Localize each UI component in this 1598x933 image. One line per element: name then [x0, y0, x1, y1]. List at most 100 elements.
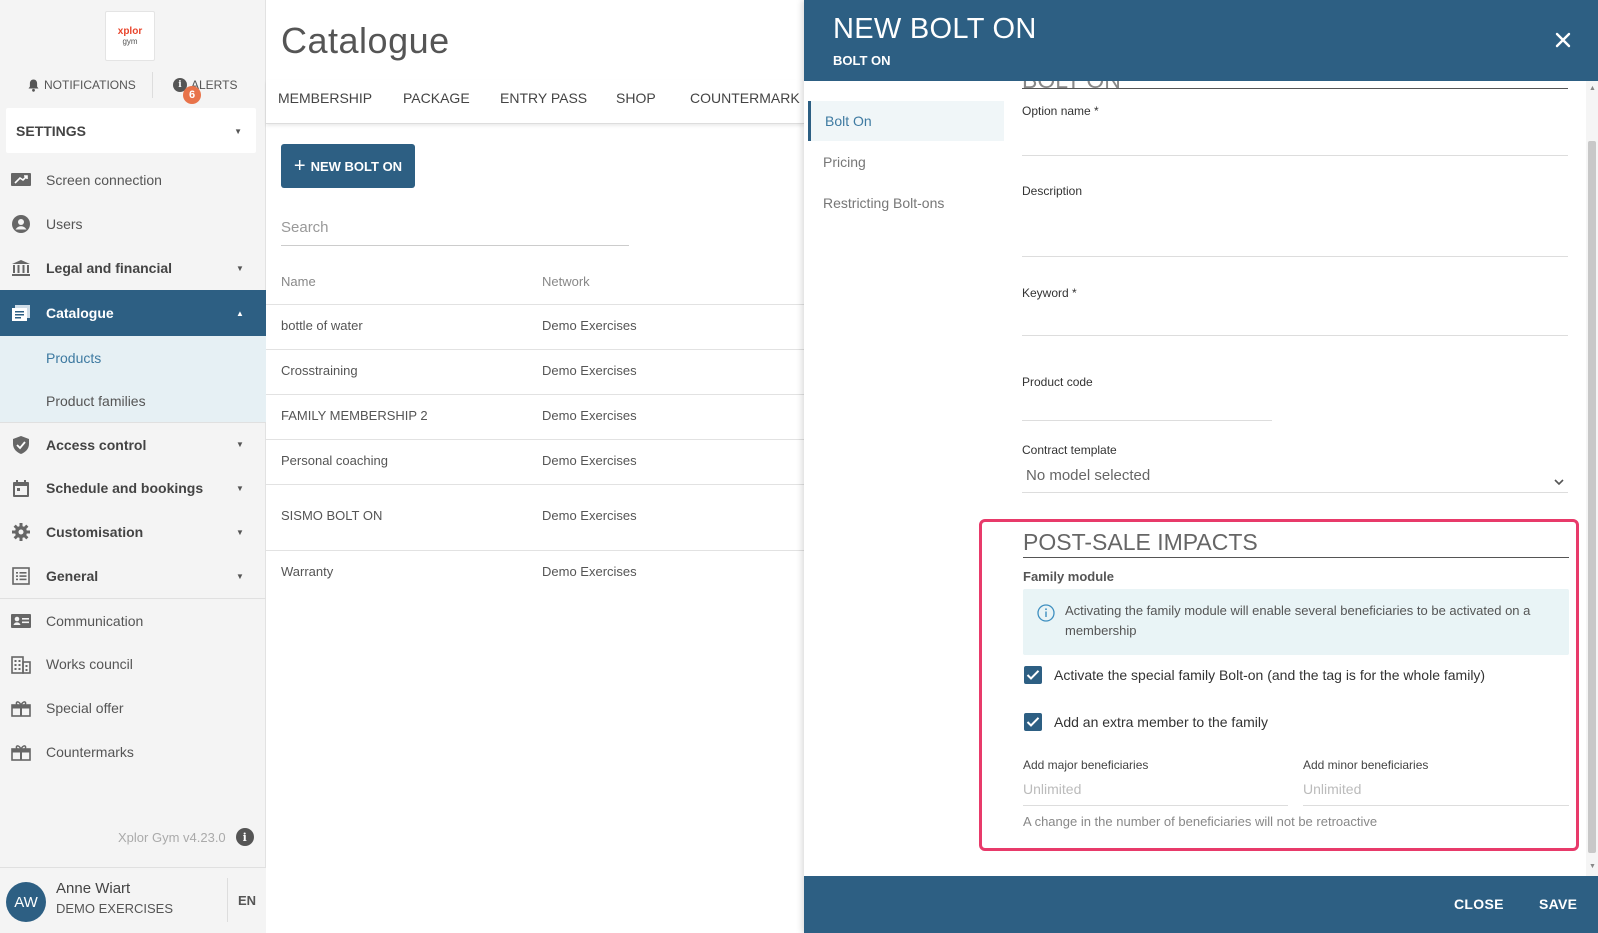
sidebar-item-customisation[interactable]: Customisation ▼: [0, 510, 266, 554]
contract-template-label: Contract template: [1022, 443, 1117, 457]
bell-icon: [28, 79, 39, 92]
sidebar-item-label: Schedule and bookings: [46, 480, 204, 496]
scroll-up-icon[interactable]: ▲: [1589, 85, 1596, 92]
cell-name: SISMO BOLT ON: [281, 508, 383, 523]
gift-icon: [10, 698, 32, 718]
shield-check-icon: [10, 435, 32, 455]
cell-network: Demo Exercises: [542, 363, 637, 378]
xplor-gym-logo[interactable]: xplor gym: [105, 11, 155, 61]
info-circle-icon: [1037, 604, 1055, 627]
logo-text-xplor: xplor: [117, 25, 143, 37]
sidebar-item-access-control[interactable]: Access control ▼: [0, 422, 266, 466]
app-version: Xplor Gym v4.23.0 i: [118, 828, 254, 846]
tab-countermark[interactable]: COUNTERMARK: [690, 90, 800, 106]
alerts-button[interactable]: i ALERTS: [173, 78, 237, 92]
sidebar-subitem-products[interactable]: Products: [0, 336, 266, 379]
tab-shop[interactable]: SHOP: [616, 90, 656, 106]
product-code-input[interactable]: [1022, 420, 1272, 421]
description-input[interactable]: [1022, 256, 1568, 257]
sidebar-item-label: Users: [46, 216, 83, 232]
section-nav-pricing[interactable]: Pricing: [808, 142, 1004, 182]
sidebar-item-communication[interactable]: Communication: [0, 598, 266, 642]
table-row[interactable]: Crosstraining Demo Exercises: [266, 350, 804, 395]
keyword-label: Keyword *: [1022, 286, 1077, 300]
save-button[interactable]: SAVE: [1539, 896, 1577, 912]
sidebar-item-label: Screen connection: [46, 172, 162, 188]
table-row[interactable]: bottle of water Demo Exercises: [266, 305, 804, 350]
sidebar-item-general[interactable]: General ▼: [0, 554, 266, 598]
settings-dropdown[interactable]: SETTINGS ▼: [6, 108, 256, 153]
language-selector[interactable]: EN: [238, 893, 256, 908]
major-beneficiaries-label: Add major beneficiaries: [1023, 758, 1149, 772]
caret-down-icon: ▼: [236, 527, 244, 537]
cell-network: Demo Exercises: [542, 318, 637, 333]
page-title: Catalogue: [281, 20, 450, 61]
search-input[interactable]: Search: [281, 211, 629, 246]
tab-entry-pass[interactable]: ENTRY PASS: [500, 90, 587, 106]
tab-membership[interactable]: MEMBERSHIP: [278, 90, 372, 106]
sidebar-item-users[interactable]: Users: [0, 202, 266, 246]
table-row[interactable]: FAMILY MEMBERSHIP 2 Demo Exercises: [266, 395, 804, 440]
sidebar-item-works-council[interactable]: Works council: [0, 642, 266, 686]
sidebar-item-catalogue[interactable]: Catalogue ▲: [0, 290, 266, 336]
cell-name: FAMILY MEMBERSHIP 2: [281, 408, 428, 423]
chevron-down-icon[interactable]: [1554, 473, 1564, 491]
sidebar-item-label: Countermarks: [46, 744, 134, 760]
catalogue-tabs: MEMBERSHIP PACKAGE ENTRY PASS SHOP COUNT…: [266, 80, 804, 124]
scrollbar-thumb[interactable]: [1588, 141, 1596, 853]
major-beneficiaries-underline: [1023, 805, 1288, 806]
user-icon: [10, 214, 32, 234]
column-header-network[interactable]: Network: [542, 274, 590, 289]
column-header-name[interactable]: Name: [281, 274, 316, 289]
cell-network: Demo Exercises: [542, 453, 637, 468]
beneficiaries-note: A change in the number of beneficiaries …: [1023, 814, 1378, 829]
table-row[interactable]: Warranty Demo Exercises: [266, 551, 804, 596]
contract-template-select[interactable]: No model selected: [1026, 467, 1150, 484]
building-icon: [10, 654, 32, 674]
extra-member-checkbox[interactable]: [1024, 713, 1042, 731]
sidebar-nav: Screen connection Users Legal and financ…: [0, 158, 266, 774]
sidebar-subitem-product-families[interactable]: Product families: [0, 379, 266, 422]
sidebar-item-countermarks[interactable]: Countermarks: [0, 730, 266, 774]
cell-name: bottle of water: [281, 318, 363, 333]
sidebar-item-schedule-bookings[interactable]: Schedule and bookings ▼: [0, 466, 266, 510]
sidebar-item-special-offer[interactable]: Special offer: [0, 686, 266, 730]
sidebar-item-legal-financial[interactable]: Legal and financial ▼: [0, 246, 266, 290]
major-beneficiaries-input[interactable]: Unlimited: [1023, 781, 1081, 797]
minor-beneficiaries-input[interactable]: Unlimited: [1303, 781, 1361, 797]
new-bolt-on-label: NEW BOLT ON: [310, 158, 403, 174]
section-nav-bolt-on[interactable]: Bolt On: [808, 101, 1004, 141]
section-nav-restricting-bolt-ons[interactable]: Restricting Bolt-ons: [808, 183, 1004, 223]
caret-up-icon: ▲: [236, 308, 244, 318]
scroll-down-icon[interactable]: ▼: [1589, 863, 1596, 870]
sidebar-item-label: Legal and financial: [46, 260, 173, 276]
notifications-button[interactable]: NOTIFICATIONS: [28, 78, 136, 92]
drawer-scrollbar[interactable]: ▲ ▼: [1586, 81, 1598, 876]
table-header: Name Network: [266, 265, 804, 305]
bank-icon: [10, 258, 32, 278]
family-bolt-on-checkbox[interactable]: [1024, 666, 1042, 684]
main-content: Catalogue MEMBERSHIP PACKAGE ENTRY PASS …: [266, 0, 804, 933]
option-name-input[interactable]: [1022, 155, 1568, 156]
new-bolt-on-button[interactable]: + NEW BOLT ON: [281, 144, 415, 188]
avatar[interactable]: AW: [6, 882, 46, 922]
post-sale-heading: POST-SALE IMPACTS: [1023, 529, 1569, 558]
family-bolt-on-label[interactable]: Activate the special family Bolt-on (and…: [1054, 667, 1485, 683]
sidebar-item-screen-connection[interactable]: Screen connection: [0, 158, 266, 202]
extra-member-label[interactable]: Add an extra member to the family: [1054, 714, 1268, 730]
keyword-input[interactable]: [1022, 335, 1568, 336]
cell-name: Personal coaching: [281, 453, 388, 468]
close-button[interactable]: CLOSE: [1454, 896, 1504, 912]
sidebar-item-label: General: [46, 568, 99, 584]
close-icon[interactable]: [1549, 26, 1577, 54]
table-row[interactable]: SISMO BOLT ON Demo Exercises: [266, 485, 804, 551]
info-icon[interactable]: i: [235, 828, 254, 846]
family-module-label: Family module: [1023, 569, 1115, 584]
user-organization: DEMO EXERCISES: [56, 901, 174, 916]
list-icon: [10, 566, 32, 586]
plus-icon: +: [293, 155, 306, 177]
caret-down-icon: ▼: [234, 127, 242, 136]
table-row[interactable]: Personal coaching Demo Exercises: [266, 440, 804, 485]
cell-network: Demo Exercises: [542, 508, 637, 523]
tab-package[interactable]: PACKAGE: [403, 90, 470, 106]
